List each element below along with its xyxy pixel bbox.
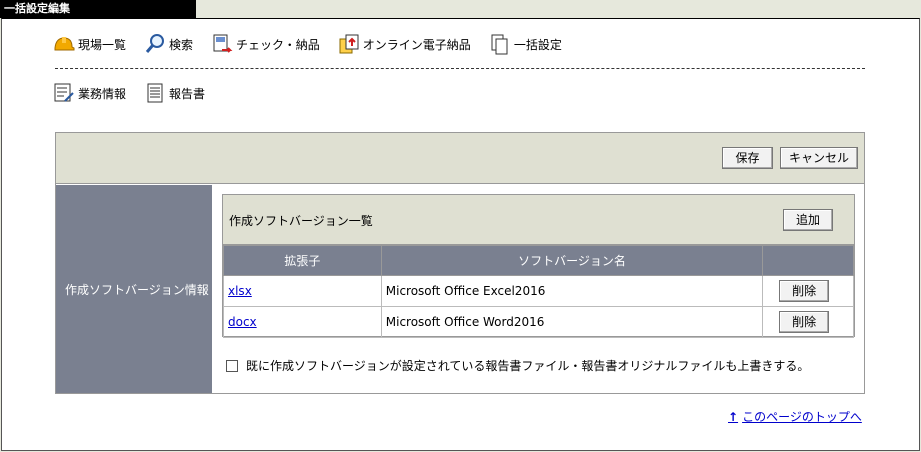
title-strip: [196, 0, 921, 18]
overwrite-label: 既に作成ソフトバージョンが設定されている報告書ファイル・報告書オリジナルファイル…: [246, 359, 810, 373]
version-list: 作成ソフトバージョン一覧 追加 拡張子 ソフトバージョン名 xlsx Micro…: [222, 194, 855, 338]
toolbar-item-task-info[interactable]: 業務情報: [53, 82, 126, 104]
report-icon: [147, 83, 163, 103]
toolbar-label: 業務情報: [78, 86, 127, 101]
version-name-cell: Microsoft Office Excel2016: [380, 275, 764, 307]
toolbar-item-report[interactable]: 報告書: [144, 82, 205, 104]
toolbar-label: 一括設定: [513, 37, 562, 52]
settings-box: 保存 キャンセル 作成ソフトバージョン情報 作成ソフトバージョン一覧 追加 拡張…: [55, 132, 865, 394]
version-name-cell: Microsoft Office Word2016: [380, 306, 764, 338]
settings-header: 保存 キャンセル: [56, 133, 864, 184]
toolbar-label: 検索: [169, 37, 194, 52]
overwrite-option[interactable]: 既に作成ソフトバージョンが設定されている報告書ファイル・報告書オリジナルファイル…: [226, 357, 809, 374]
magnifier-icon: [145, 34, 165, 53]
toolbar-label: 報告書: [169, 86, 206, 101]
column-header-extension: 拡張子: [223, 245, 382, 276]
delete-button[interactable]: 削除: [779, 311, 830, 333]
version-list-title: 作成ソフトバージョン一覧: [229, 214, 373, 228]
task-info-icon: [54, 83, 74, 102]
version-table: 拡張子 ソフトバージョン名 xlsx Microsoft Office Exce…: [223, 245, 854, 338]
toolbar-label: 現場一覧: [78, 37, 127, 52]
toolbar-divider: [55, 68, 865, 69]
page-top-link[interactable]: ↑ このページのトップへ: [728, 408, 862, 425]
toolbar-label: チェック・納品: [236, 37, 320, 52]
toolbar-label: オンライン電子納品: [362, 37, 471, 52]
arrow-up-icon: ↑: [728, 409, 739, 424]
document-copy-icon: [491, 34, 508, 55]
version-list-header: 作成ソフトバージョン一覧 追加: [223, 195, 854, 245]
main-toolbar: 現場一覧 検索 チェック・納品 オンライン電子納品 一括設定: [53, 33, 580, 55]
section-label: 作成ソフトバージョン情報: [56, 185, 212, 393]
toolbar-item-check-delivery[interactable]: チェック・納品: [211, 33, 320, 55]
secondary-toolbar: 業務情報 報告書: [53, 82, 223, 104]
toolbar-item-bulk-setting[interactable]: 一括設定: [489, 33, 562, 55]
toolbar-item-online-delivery[interactable]: オンライン電子納品: [338, 33, 471, 55]
page-top-label: このページのトップへ: [742, 410, 862, 424]
save-button[interactable]: 保存: [722, 147, 773, 169]
add-button[interactable]: 追加: [783, 209, 833, 231]
table-row: xlsx Microsoft Office Excel2016 削除: [223, 275, 854, 307]
column-header-actions: [762, 245, 854, 276]
toolbar-item-site-list[interactable]: 現場一覧: [53, 33, 126, 55]
table-row: docx Microsoft Office Word2016 削除: [223, 306, 854, 338]
window-title: 一括設定編集: [0, 0, 196, 18]
helmet-icon: [54, 37, 75, 51]
check-delivery-icon: [213, 34, 233, 53]
overwrite-checkbox[interactable]: [226, 359, 238, 372]
delete-button[interactable]: 削除: [779, 280, 830, 302]
column-header-version-name: ソフトバージョン名: [380, 245, 764, 276]
extension-link[interactable]: docx: [228, 315, 257, 329]
cancel-button[interactable]: キャンセル: [780, 147, 858, 169]
toolbar-item-search[interactable]: 検索: [144, 33, 193, 55]
online-delivery-icon: [339, 34, 359, 54]
extension-link[interactable]: xlsx: [228, 284, 252, 298]
